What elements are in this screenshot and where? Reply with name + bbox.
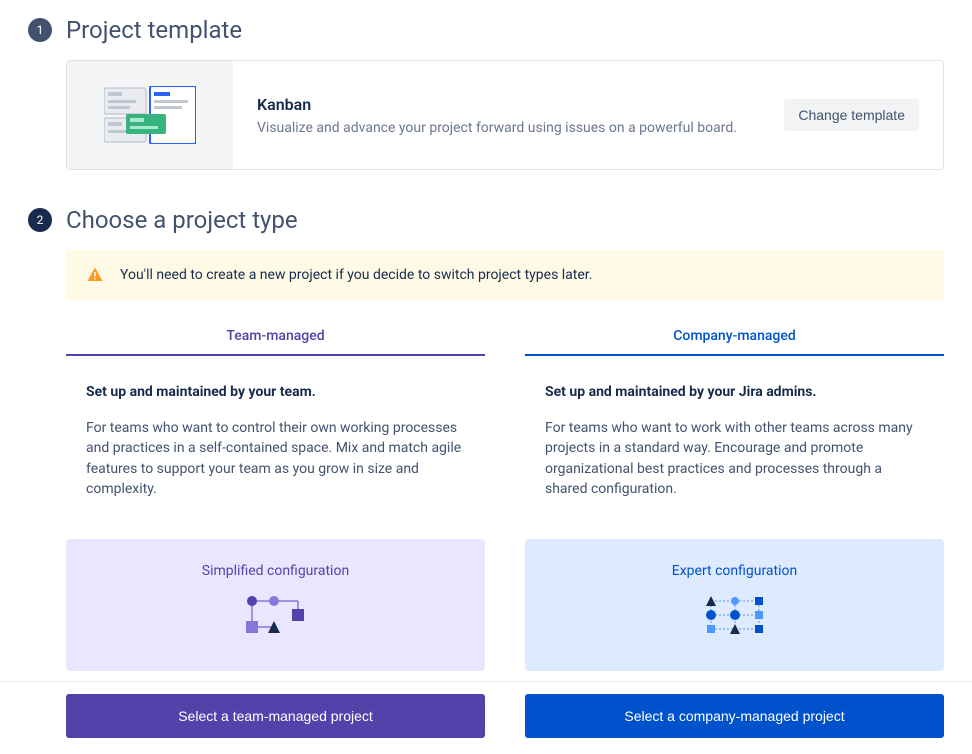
simplified-config-icon (240, 593, 312, 637)
expert-config-icon (699, 593, 771, 637)
warning-message: You'll need to create a new project if y… (120, 267, 592, 283)
step-1-title: Project template (66, 16, 242, 44)
template-name: Kanban (257, 95, 737, 114)
team-config-box: Simplified configuration (66, 539, 485, 671)
template-card: Kanban Visualize and advance your projec… (66, 60, 944, 170)
tab-company-managed[interactable]: Company-managed (525, 328, 944, 356)
company-managed-column: Company-managed Set up and maintained by… (525, 328, 944, 671)
step-1-badge: 1 (28, 18, 52, 42)
team-heading: Set up and maintained by your team. (86, 384, 465, 400)
select-team-managed-button[interactable]: Select a team-managed project (66, 694, 485, 738)
team-config-title: Simplified configuration (82, 563, 469, 579)
kanban-icon (104, 86, 196, 144)
footer-bar: Select a team-managed project Select a c… (0, 681, 972, 754)
tab-team-managed[interactable]: Team-managed (66, 328, 485, 356)
warning-icon (86, 266, 104, 284)
step-2-title: Choose a project type (66, 206, 298, 234)
team-body: For teams who want to control their own … (86, 418, 465, 499)
company-config-box: Expert configuration (525, 539, 944, 671)
company-config-title: Expert configuration (541, 563, 928, 579)
step-1-header: 1 Project template (28, 16, 944, 44)
step-2-badge: 2 (28, 208, 52, 232)
kanban-thumbnail (67, 61, 233, 169)
team-managed-column: Team-managed Set up and maintained by yo… (66, 328, 485, 671)
warning-banner: You'll need to create a new project if y… (66, 250, 944, 300)
template-description: Visualize and advance your project forwa… (257, 120, 737, 136)
company-body: For teams who want to work with other te… (545, 418, 924, 499)
company-heading: Set up and maintained by your Jira admin… (545, 384, 924, 400)
step-2-header: 2 Choose a project type (28, 206, 944, 234)
select-company-managed-button[interactable]: Select a company-managed project (525, 694, 944, 738)
change-template-button[interactable]: Change template (784, 99, 919, 131)
